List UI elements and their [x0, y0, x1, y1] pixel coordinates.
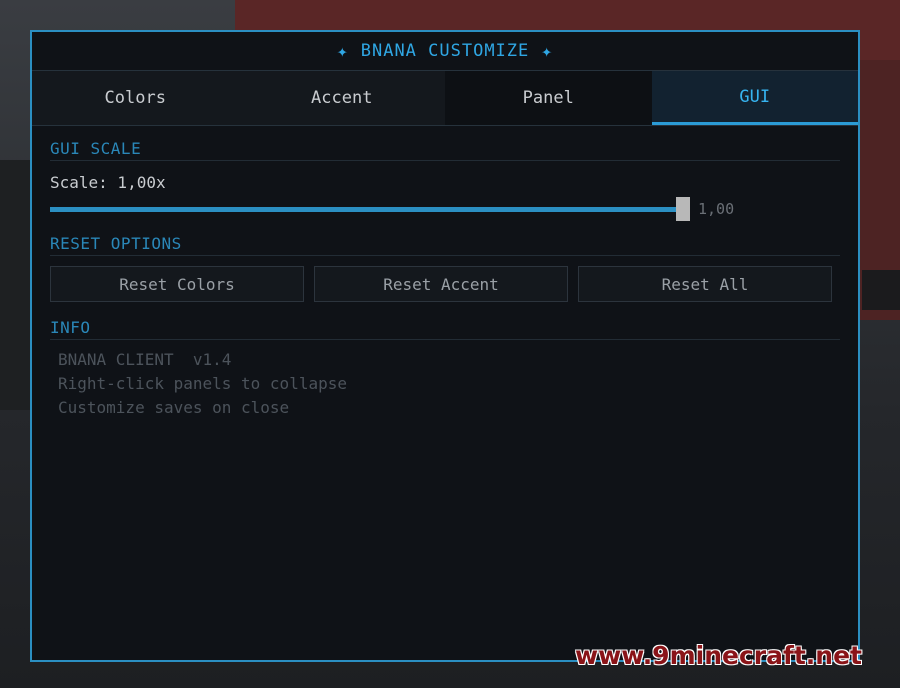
- info-line-saves: Customize saves on close: [58, 398, 290, 417]
- tab-gui[interactable]: GUI: [651, 71, 858, 125]
- star-icon: ✦: [541, 40, 554, 62]
- tab-colors[interactable]: Colors: [32, 71, 239, 125]
- reset-buttons-row: Reset Colors Reset Accent Reset All: [50, 266, 840, 302]
- slider-value: 1,00: [698, 200, 735, 218]
- panel-titlebar: ✦ BNANA CUSTOMIZE ✦: [32, 32, 858, 71]
- section-title-gui-scale: GUI SCALE: [50, 139, 840, 161]
- scale-label: Scale: 1,00x: [50, 173, 166, 192]
- panel-title: BNANA CUSTOMIZE: [360, 41, 530, 61]
- reset-accent-button[interactable]: Reset Accent: [314, 266, 568, 302]
- background-shadow: [0, 160, 34, 410]
- reset-all-button[interactable]: Reset All: [578, 266, 832, 302]
- background-dark-block: [862, 270, 900, 310]
- info-line-version: BNANA CLIENT v1.4: [58, 350, 232, 369]
- tab-bar: Colors Accent Panel GUI: [32, 71, 858, 126]
- gui-scale-slider[interactable]: 1,00: [50, 196, 740, 222]
- tab-panel[interactable]: Panel: [445, 71, 652, 125]
- slider-track[interactable]: [50, 207, 683, 212]
- section-title-reset-options: RESET OPTIONS: [50, 234, 840, 256]
- gui-tab-content: GUI SCALE Scale: 1,00x 1,00 RESET OPTION…: [32, 126, 858, 420]
- watermark: www.9minecraft.net: [575, 641, 862, 670]
- reset-colors-button[interactable]: Reset Colors: [50, 266, 304, 302]
- tab-accent[interactable]: Accent: [238, 71, 445, 125]
- star-icon: ✦: [336, 40, 349, 62]
- section-title-info: INFO: [50, 318, 840, 340]
- slider-thumb[interactable]: [676, 197, 690, 221]
- customize-panel: ✦ BNANA CUSTOMIZE ✦ Colors Accent Panel …: [30, 30, 860, 662]
- info-line-collapse: Right-click panels to collapse: [58, 374, 347, 393]
